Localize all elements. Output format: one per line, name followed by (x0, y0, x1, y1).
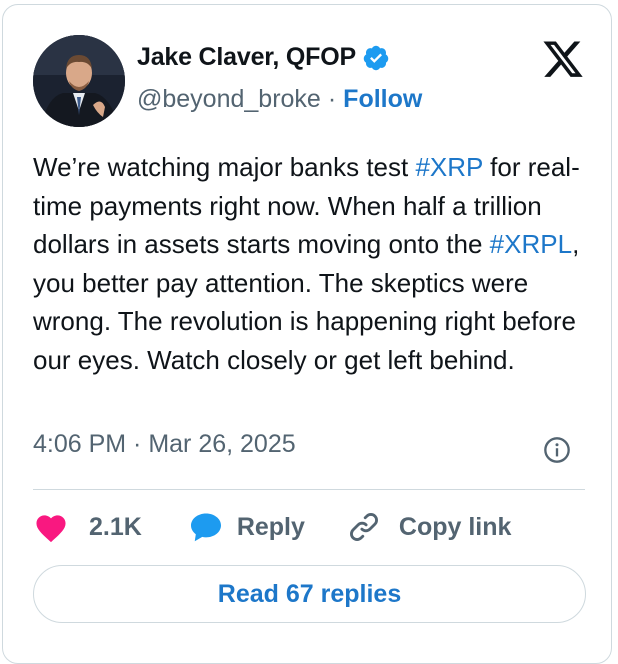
divider (33, 489, 585, 490)
profile-photo (33, 35, 125, 127)
tweet-timestamp[interactable]: 4:06 PM · Mar 26, 2025 (33, 430, 296, 459)
follow-button[interactable]: Follow (343, 85, 422, 114)
author-name-row: Jake Claver, QFOP (137, 43, 390, 72)
verified-badge-icon (363, 45, 389, 70)
copy-link-button[interactable]: Copy link (347, 510, 512, 544)
author-avatar[interactable] (33, 35, 125, 127)
reply-button[interactable]: Reply (187, 509, 305, 545)
read-replies-button[interactable]: Read 67 replies (33, 565, 586, 623)
separator-dot: · (327, 85, 337, 113)
hashtag-link-xrpl[interactable]: #XRPL (490, 229, 572, 259)
reply-label: Reply (236, 512, 305, 541)
info-icon[interactable] (543, 436, 571, 464)
reply-bubble-icon (190, 513, 221, 542)
like-count: 2.1K (89, 512, 142, 541)
link-icon (349, 513, 378, 541)
copy-link-label: Copy link (398, 512, 512, 541)
tweet-text-segment: We’re watching major banks test (33, 152, 416, 182)
action-bar: 2.1K Reply Copy link (33, 505, 511, 549)
heart-icon (36, 515, 66, 543)
tweet-text: We’re watching major banks test #XRP for… (33, 148, 593, 379)
like-button[interactable]: 2.1K (33, 511, 142, 543)
hashtag-link-xrp[interactable]: #XRP (415, 152, 482, 182)
x-logo-icon[interactable] (541, 41, 585, 81)
author-handle[interactable]: @beyond_broke (137, 85, 321, 114)
tweet-card: Jake Claver, QFOP @beyond_broke · Follow… (2, 4, 612, 664)
author-handle-row: @beyond_broke · Follow (137, 85, 422, 114)
author-name[interactable]: Jake Claver, QFOP (137, 43, 356, 72)
